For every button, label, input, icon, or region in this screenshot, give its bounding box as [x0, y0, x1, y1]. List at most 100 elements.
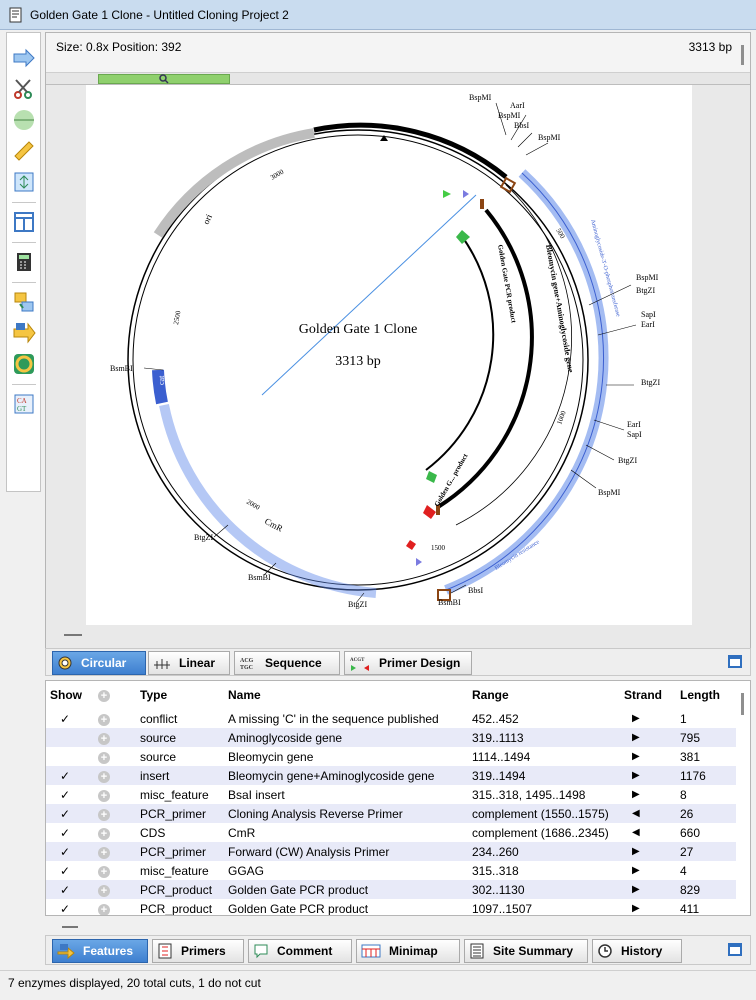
expand-icon[interactable]: + [98, 732, 110, 745]
row-expand[interactable]: + [94, 804, 136, 823]
table-row[interactable]: ✓ + PCR_primer Cloning Analysis Reverse … [46, 804, 736, 823]
show-check[interactable]: ✓ [46, 785, 94, 804]
table-row[interactable]: ✓ + insert Bleomycin gene+Aminoglycoside… [46, 766, 736, 785]
ligate-icon[interactable] [11, 107, 37, 133]
tab-minimap[interactable]: Minimap [356, 939, 460, 963]
show-check[interactable]: ✓ [46, 899, 94, 916]
col-name[interactable]: Name [224, 681, 468, 709]
expand-icon[interactable]: + [98, 865, 110, 878]
feature-range: 319..1494 [468, 766, 620, 785]
show-check[interactable]: ✓ [46, 804, 94, 823]
table-row[interactable]: + source Bleomycin gene 1114..1494 ▶ 381 [46, 747, 736, 766]
tab-linear[interactable]: Linear [148, 651, 230, 675]
col-type[interactable]: Type [136, 681, 224, 709]
tab-circular-label: Circular [81, 656, 127, 670]
expand-icon[interactable]: + [98, 770, 110, 783]
table-row[interactable]: ✓ + PCR_primer Forward (CW) Analysis Pri… [46, 842, 736, 861]
col-range[interactable]: Range [468, 681, 620, 709]
maximize-panel-icon[interactable] [728, 655, 742, 668]
pcr-product-arc[interactable] [425, 234, 495, 471]
circularize-icon[interactable] [11, 351, 37, 377]
maximize-bottom-panel-icon[interactable] [728, 943, 742, 956]
col-add[interactable]: + [94, 681, 136, 709]
window-layout-icon[interactable] [11, 209, 37, 235]
expand-icon[interactable]: + [98, 808, 110, 821]
col-show[interactable]: Show [46, 681, 94, 709]
tab-features[interactable]: Features [52, 939, 148, 963]
table-row[interactable]: + source Aminoglycoside gene 319..1113 ▶… [46, 728, 736, 747]
row-expand[interactable]: + [94, 842, 136, 861]
row-expand[interactable]: + [94, 823, 136, 842]
table-row[interactable]: ✓ + misc_feature BsaI insert 315..318, 1… [46, 785, 736, 804]
expand-icon[interactable]: + [98, 751, 110, 764]
row-expand[interactable]: + [94, 861, 136, 880]
ruler-icon[interactable] [11, 138, 37, 164]
sequence-grid-icon[interactable]: CA GT [11, 391, 37, 417]
enzyme-bsmbi-2: BsmBI [248, 573, 271, 582]
info-scrollbar[interactable] [741, 45, 744, 65]
tick-1500: 1500 [431, 544, 446, 552]
expand-icon[interactable]: + [98, 827, 110, 840]
cat-feature[interactable] [152, 369, 168, 405]
row-expand[interactable]: + [94, 728, 136, 747]
tab-circular[interactable]: Circular [52, 651, 146, 675]
ori-feature[interactable] [153, 128, 315, 238]
tab-history[interactable]: History [592, 939, 682, 963]
show-check[interactable]: ✓ [46, 880, 94, 899]
tab-primer-design[interactable]: ACGT Primer Design [344, 651, 472, 675]
col-length[interactable]: Length [676, 681, 736, 709]
table-row[interactable]: ✓ + PCR_product Golden Gate PCR product … [46, 880, 736, 899]
cmr-feature[interactable] [159, 404, 377, 598]
splitter-grip[interactable] [64, 634, 82, 636]
show-check[interactable]: ✓ [46, 823, 94, 842]
table-row[interactable]: ✓ + PCR_product Golden Gate PCR product … [46, 899, 736, 916]
map-viewer: Size: 0.8x Position: 392 3313 bp Golden … [45, 32, 751, 650]
scissors-icon[interactable] [11, 76, 37, 102]
zoom-slider[interactable] [98, 74, 230, 84]
insert-feature[interactable] [436, 208, 534, 509]
zoom-track[interactable] [46, 73, 750, 85]
show-check[interactable]: ✓ [46, 861, 94, 880]
col-strand[interactable]: Strand [620, 681, 676, 709]
expand-icon[interactable]: + [98, 903, 110, 915]
align-icon[interactable] [11, 169, 37, 195]
expand-icon[interactable]: + [98, 846, 110, 859]
row-expand[interactable]: + [94, 785, 136, 804]
table-row[interactable]: ✓ + conflict A missing 'C' in the sequen… [46, 709, 736, 728]
tab-comment[interactable]: Comment [248, 939, 352, 963]
transfer-icon[interactable] [11, 289, 37, 315]
row-expand[interactable]: + [94, 709, 136, 728]
arrow-marker2 [416, 558, 422, 566]
row-expand[interactable]: + [94, 880, 136, 899]
row-expand[interactable]: + [94, 899, 136, 915]
plasmid-map-canvas[interactable]: Golden Gate 1 Clone 3313 bp 500 1000 150… [86, 85, 692, 625]
show-check[interactable]: ✓ [46, 842, 94, 861]
toolbar-separator [11, 384, 36, 385]
enzyme-aari: AarI [510, 101, 525, 110]
expand-icon[interactable]: + [98, 713, 110, 726]
calculator-icon[interactable] [11, 249, 37, 275]
table-row[interactable]: ✓ + CDS CmR complement (1686..2345) ◀ 66… [46, 823, 736, 842]
expand-icon[interactable]: + [98, 789, 110, 802]
tab-site-summary[interactable]: Site Summary [464, 939, 588, 963]
plasmid-map[interactable]: Golden Gate 1 Clone 3313 bp 500 1000 150… [86, 85, 692, 625]
table-row[interactable]: ✓ + misc_feature GGAG 315..318 ▶ 4 [46, 861, 736, 880]
tab-features-label: Features [83, 944, 134, 958]
insert-fragment-icon[interactable] [11, 320, 37, 346]
row-expand[interactable]: + [94, 766, 136, 785]
add-feature-icon[interactable]: + [98, 690, 110, 702]
tab-sequence[interactable]: ACG TGC Sequence [234, 651, 340, 675]
show-check[interactable]: ✓ [46, 766, 94, 785]
feature-range: complement (1550..1575) [468, 804, 620, 823]
expand-icon[interactable]: + [98, 884, 110, 897]
goto-arrow-icon[interactable] [11, 45, 37, 71]
aminoglycoside-feature[interactable] [444, 169, 609, 595]
show-check[interactable] [46, 728, 94, 747]
features-scrollbar[interactable] [741, 693, 744, 715]
tab-primers[interactable]: Primers [152, 939, 244, 963]
show-check[interactable]: ✓ [46, 709, 94, 728]
splitter-grip-bottom[interactable] [62, 926, 78, 928]
inner-track [455, 184, 572, 526]
show-check[interactable] [46, 747, 94, 766]
row-expand[interactable]: + [94, 747, 136, 766]
